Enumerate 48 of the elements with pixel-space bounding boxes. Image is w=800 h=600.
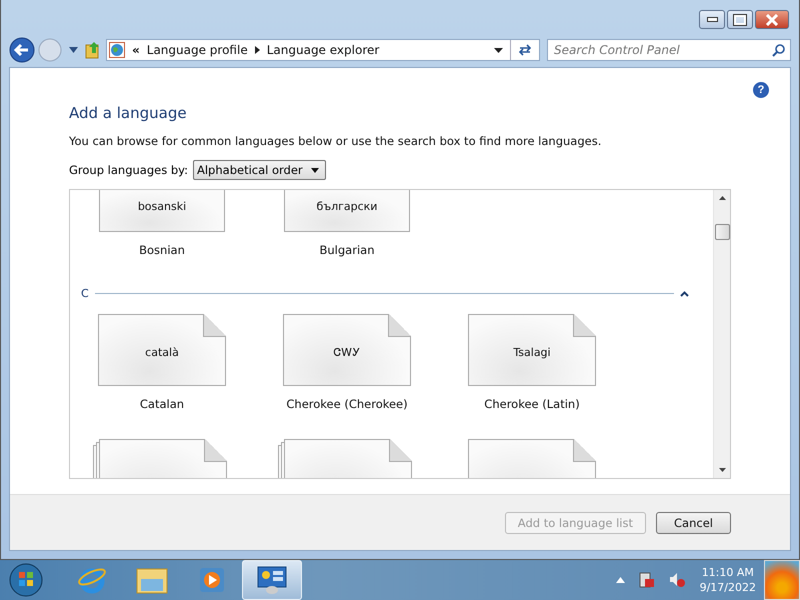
dropdown-arrow-icon[interactable] <box>494 48 503 52</box>
control-panel-icon <box>256 565 288 595</box>
language-name: Bosnian <box>139 243 185 257</box>
show-hidden-icons-icon[interactable] <box>616 577 625 583</box>
language-name: Cherokee (Latin) <box>484 397 580 411</box>
page-title: Add a language <box>69 104 188 122</box>
globe-icon <box>109 42 125 58</box>
breadcrumb-separator-icon[interactable] <box>254 46 260 54</box>
language-name: Cherokee (Cherokee) <box>286 397 408 411</box>
close-button[interactable] <box>755 10 789 29</box>
language-name: Catalan <box>140 397 184 411</box>
language-tile[interactable]: български <box>284 190 410 232</box>
language-tile[interactable]: bosanski <box>99 190 225 232</box>
folder-icon <box>136 566 168 594</box>
vertical-scrollbar[interactable] <box>713 190 730 478</box>
back-button[interactable] <box>9 37 35 63</box>
clock-time[interactable]: 11:10 AM <box>702 566 754 579</box>
breadcrumb[interactable]: Language explorer <box>266 43 380 57</box>
help-button[interactable]: ? <box>753 82 769 98</box>
scroll-thumb[interactable] <box>714 224 730 240</box>
dialog-button[interactable]: Cancel <box>656 512 731 534</box>
scroll-up-icon[interactable] <box>718 196 726 200</box>
network-error-icon[interactable] <box>638 572 655 588</box>
scroll-down-icon[interactable] <box>718 468 726 472</box>
language-tile[interactable]: Tsalagi <box>468 314 596 386</box>
breadcrumb[interactable]: Language profile <box>146 43 248 57</box>
section-letter: C <box>81 287 89 300</box>
language-tile[interactable]: ᏣᎳᎩ <box>283 314 411 386</box>
group-by-label: Group languages by: <box>69 163 188 177</box>
maximize-button[interactable] <box>727 10 753 29</box>
overflow-chevron[interactable]: « <box>132 43 140 57</box>
search-field[interactable]: Search Control Panel <box>547 39 791 61</box>
collapse-icon[interactable] <box>680 290 689 296</box>
address-bar[interactable]: « Language profile Language explorer <box>106 39 540 61</box>
search-icon[interactable] <box>772 44 785 57</box>
speaker-muted-icon[interactable] <box>668 572 685 588</box>
description-text: You can browse for common languages below or use the search box to find more languages. <box>69 134 602 148</box>
minimize-button[interactable] <box>699 10 725 29</box>
clock-date[interactable]: 9/17/2022 <box>700 581 756 594</box>
dropdown-arrow-icon <box>310 168 319 172</box>
language-name: Bulgarian <box>320 243 374 257</box>
group-by-dropdown[interactable]: Alphabetical order <box>193 160 326 180</box>
history-dropdown-icon[interactable] <box>69 47 78 53</box>
close-icon <box>765 14 779 26</box>
taskbar-app-button[interactable] <box>242 560 302 600</box>
play-icon <box>198 566 226 594</box>
language-tile[interactable]: català <box>98 314 226 386</box>
arrows-icon <box>518 43 532 57</box>
